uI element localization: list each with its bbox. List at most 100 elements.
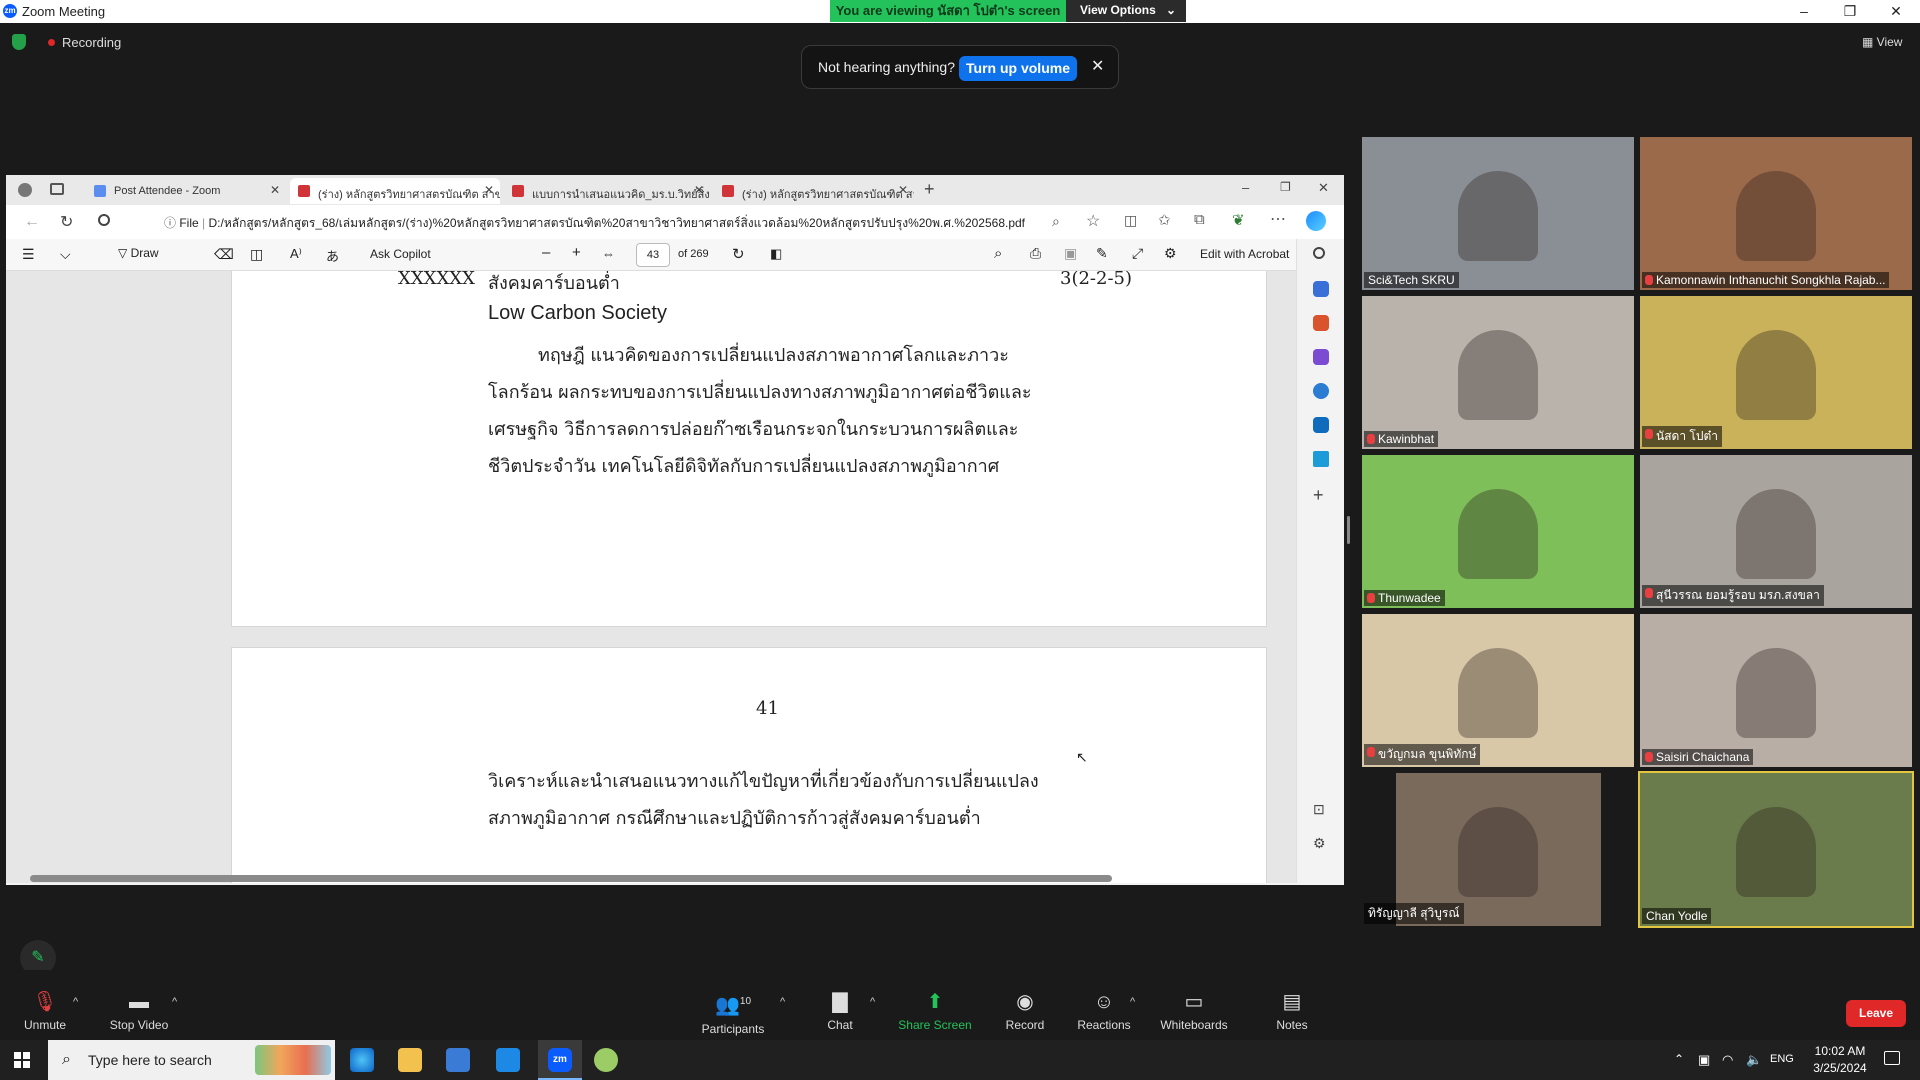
pdf-viewport[interactable]: XXXXXX สังคมคาร์บอนต่ำ 3(2-2-5) Low Carb… [6,271,1296,883]
horizontal-scroll-thumb[interactable] [30,875,1112,882]
browser-tab[interactable]: Post Attendee - Zoom ✕ [86,178,286,204]
sidebar-screenshot-icon[interactable]: ⊡ [1313,801,1325,818]
browser-restore-icon[interactable]: ❐ [1280,180,1291,194]
language-indicator[interactable]: ENG [1770,1053,1794,1065]
ask-copilot-button[interactable]: Ask Copilot [370,247,431,261]
turn-up-volume-button[interactable]: Turn up volume [959,56,1077,81]
reactions-menu-chevron-icon[interactable]: ^ [1130,996,1135,1008]
back-icon[interactable]: ← [24,213,40,231]
sidebar-tools-icon[interactable] [1313,315,1329,331]
chat-button[interactable]: ▇ Chat [820,992,860,1032]
reactions-button[interactable]: ☺ Reactions [1074,992,1134,1032]
recording-status[interactable]: Recording [62,35,121,50]
print-icon[interactable]: ⎙ [1030,245,1041,262]
tab-actions-icon[interactable] [50,183,64,195]
share-screen-button[interactable]: ⬆ Share Screen [897,992,973,1032]
profile-icon[interactable] [18,183,32,197]
windows-start-icon[interactable] [14,1052,30,1068]
sidebar-add-icon[interactable]: + [1313,485,1324,506]
new-tab-icon[interactable]: + [924,179,935,200]
save-as-icon[interactable]: ✎ [1096,245,1108,262]
extension-icon[interactable]: ❦ [1232,211,1245,229]
unmute-button[interactable]: 🎙 Unmute [18,992,72,1032]
sidebar-games-icon[interactable] [1313,349,1329,365]
participant-video-tile[interactable]: Thunwadee [1362,455,1634,608]
collections-icon[interactable]: ⧉ [1194,211,1205,228]
pdf-search-icon[interactable]: ⌕ [994,245,1002,262]
app-icon[interactable] [594,1048,618,1072]
participants-button[interactable]: 👥10 Participants [698,992,768,1036]
chat-menu-chevron-icon[interactable]: ^ [870,996,875,1008]
edge-browser-icon[interactable] [350,1048,374,1072]
split-handle[interactable] [1347,516,1350,544]
participant-video-tile[interactable]: Sci&Tech SKRU [1362,137,1634,290]
page-number-input[interactable]: 43 [636,243,670,267]
taskbar-clock[interactable]: 10:02 AM 3/25/2024 [1800,1043,1880,1077]
whiteboards-button[interactable]: ▭ Whiteboards [1158,992,1230,1032]
sidebar-send-icon[interactable] [1313,451,1329,467]
edit-with-acrobat-button[interactable]: Edit with Acrobat [1200,247,1289,261]
draw-button[interactable]: ▽ Draw [118,246,159,260]
highlight-icon[interactable]: ⌵ [60,246,71,263]
zoom-taskbar-button[interactable]: zm [538,1040,582,1080]
restore-icon[interactable]: ❐ [1827,0,1873,23]
fullscreen-icon[interactable]: ⤢ [1132,245,1143,262]
participant-video-tile[interactable]: Kawinbhat [1362,296,1634,449]
tab-close-icon[interactable]: ✕ [484,183,494,197]
participant-video-tile[interactable]: ทิรัญญาลี สุวิบูรณ์ [1362,773,1634,926]
tab-close-icon[interactable]: ✕ [694,183,704,197]
browser-tab-active[interactable]: (ร่าง) หลักสูตรวิทยาศาสตรบัณฑิต สาข ✕ [290,178,500,204]
sidebar-settings-icon[interactable]: ⚙ [1313,835,1326,852]
video-menu-chevron-icon[interactable]: ^ [172,996,177,1008]
two-page-icon[interactable]: ◧ [770,246,782,262]
zoom-out-icon[interactable]: – [542,244,550,261]
encryption-shield-icon[interactable] [12,34,26,50]
url-bar[interactable]: ⓘ File | D:/หลักสูตร/หลักสูตร_68/เล่มหลั… [146,212,1086,236]
save-icon[interactable]: ▣ [1064,245,1077,262]
stop-video-button[interactable]: ▬ Stop Video [104,992,174,1032]
zoom-icon[interactable]: ⌕ [1052,213,1060,230]
page-view-icon[interactable]: ◫ [250,246,263,263]
contents-icon[interactable]: ☰ [22,246,35,263]
translate-icon[interactable]: あ [326,246,339,265]
sidebar-search-icon[interactable] [1313,247,1325,259]
participant-video-tile[interactable]: Kamonnawin Inthanuchit Songkhla Rajab... [1640,137,1912,290]
browser-tab[interactable]: (ร่าง) หลักสูตรวิทยาศาสตรบัณฑิต สาข ✕ [714,178,914,204]
fit-page-icon[interactable]: ⇔ [602,246,615,261]
sidebar-outlook-icon[interactable] [1313,417,1329,433]
tab-close-icon[interactable]: ✕ [898,183,908,197]
file-explorer-icon[interactable] [398,1048,422,1072]
close-window-icon[interactable]: ✕ [1873,0,1919,23]
favorites-icon[interactable]: ✩ [1158,211,1171,229]
volume-muted-icon[interactable]: 🔈 [1746,1052,1762,1068]
participant-video-tile[interactable]: Saisiri Chaichana [1640,614,1912,767]
taskbar-search-box[interactable]: ⌕ Type here to search [48,1040,335,1080]
view-options-button[interactable]: View Options ⌄ [1066,0,1186,22]
split-screen-icon[interactable]: ◫ [1124,212,1137,229]
tray-chevron-icon[interactable]: ⌃ [1674,1052,1684,1066]
tab-close-icon[interactable]: ✕ [270,183,280,197]
participant-video-tile[interactable]: Chan Yodle [1638,771,1914,928]
more-options-icon[interactable]: ⋯ [1270,209,1286,229]
copilot-icon[interactable] [1306,211,1326,231]
settings-gear-icon[interactable]: ⚙ [1164,245,1177,262]
browser-tab[interactable]: แบบการนำเสนอแนวคิด_มร.บ.วิทย์สิ่งแว ✕ [504,178,710,204]
read-aloud-icon[interactable]: A⁾ [290,246,302,262]
tray-camera-icon[interactable]: ▣ [1698,1052,1710,1068]
leave-button[interactable]: Leave [1846,1000,1906,1027]
record-button[interactable]: ◉ Record [1000,992,1050,1032]
refresh-icon[interactable]: ↻ [60,212,73,232]
notifications-icon[interactable] [1884,1051,1900,1065]
erase-icon[interactable]: ⌫ [214,246,234,263]
participant-video-tile[interactable]: สุนีวรรณ ยอมรู้รอบ มรภ.สงขลา [1640,455,1912,608]
favorite-star-icon[interactable]: ☆ [1086,211,1100,231]
zoom-in-icon[interactable]: + [572,244,581,261]
minimize-icon[interactable]: – [1781,0,1827,23]
participant-video-tile[interactable]: ขวัญกมล ขุนพิทักษ์ [1362,614,1634,767]
search-icon[interactable] [98,214,110,226]
participants-menu-chevron-icon[interactable]: ^ [780,996,785,1008]
close-icon[interactable]: ✕ [1091,56,1104,76]
rotate-icon[interactable]: ↻ [732,245,745,263]
mail-icon[interactable] [496,1048,520,1072]
sidebar-tag-icon[interactable] [1313,281,1329,297]
